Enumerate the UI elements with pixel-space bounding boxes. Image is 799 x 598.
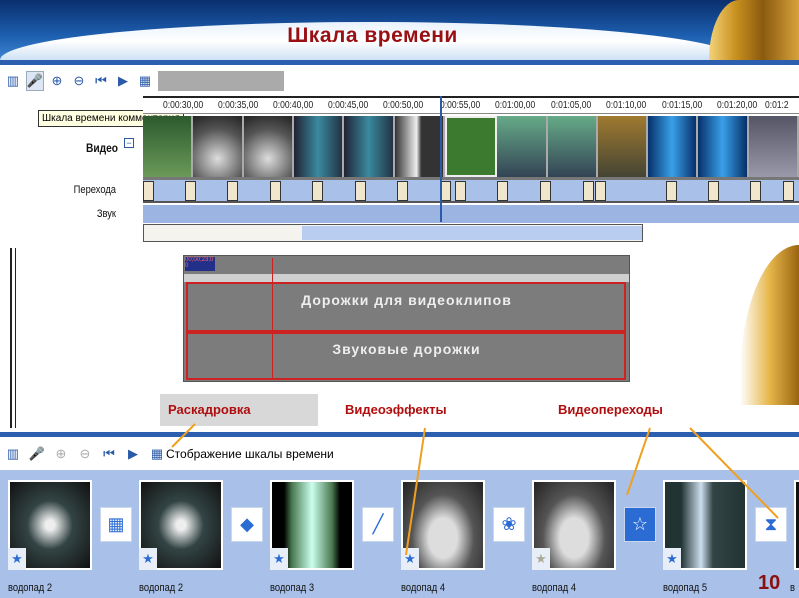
arrow-transitions-1 <box>626 427 651 496</box>
arrow-transitions-2 <box>689 427 779 519</box>
callout-arrows <box>171 423 779 556</box>
arrow-effects <box>405 427 426 556</box>
arrow-storyboard <box>171 423 196 448</box>
